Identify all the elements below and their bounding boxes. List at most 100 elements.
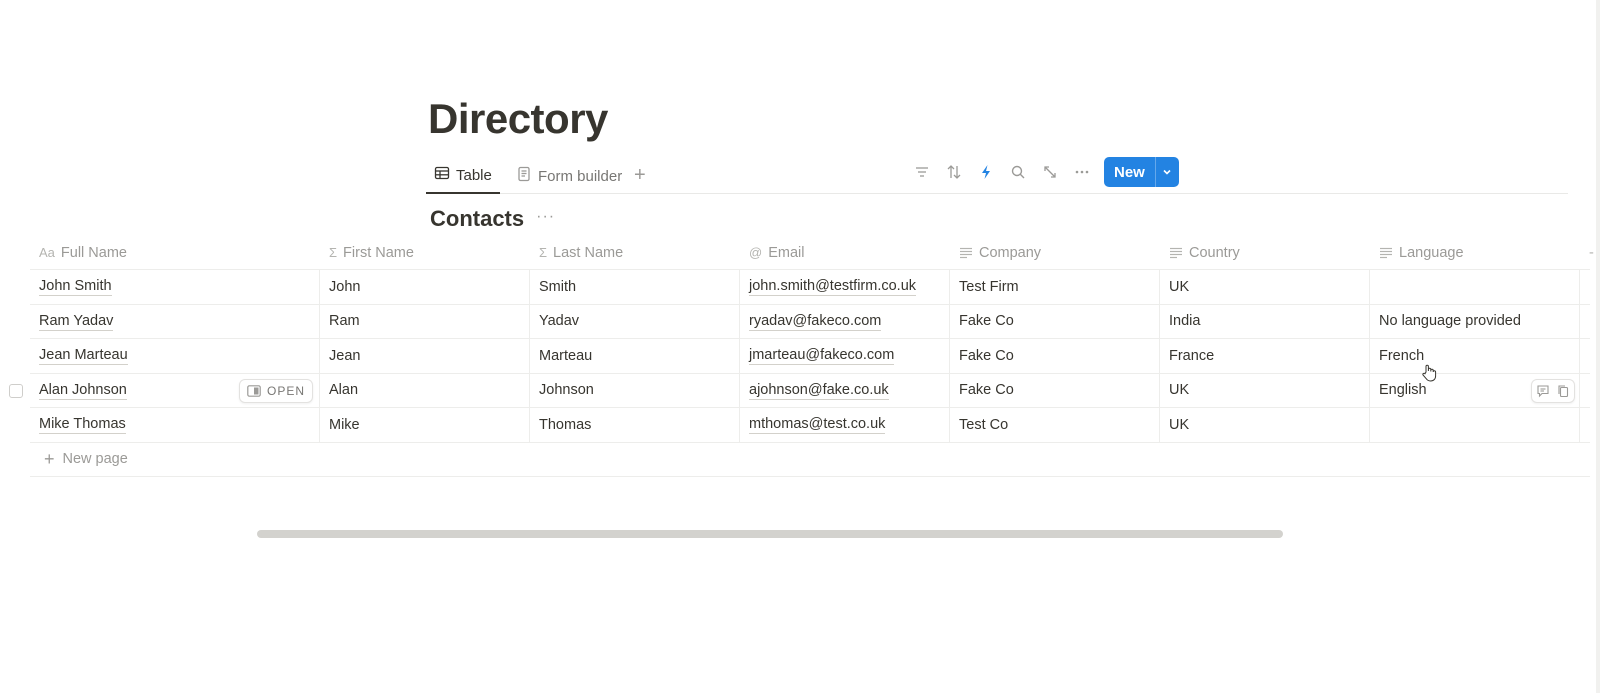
horizontal-scrollbar[interactable] bbox=[257, 530, 1283, 538]
cell-company[interactable]: Test Firm bbox=[950, 270, 1160, 304]
tab-form-builder[interactable]: Form builder bbox=[512, 158, 626, 194]
new-page-label: New page bbox=[62, 451, 128, 467]
tab-label: Form builder bbox=[538, 167, 623, 185]
cell-email[interactable]: ryadav@fakeco.com bbox=[740, 304, 950, 338]
column-label: First Name bbox=[343, 244, 414, 261]
expand-icon bbox=[1044, 166, 1056, 178]
cell-first-name[interactable]: Ram bbox=[320, 304, 530, 338]
row-title[interactable]: Jean Marteau bbox=[39, 346, 128, 366]
plus-icon: + bbox=[634, 164, 646, 186]
chevron-down-icon bbox=[1163, 169, 1171, 175]
more-button[interactable] bbox=[1066, 157, 1098, 187]
cell-last-name[interactable]: Yadav bbox=[530, 304, 740, 338]
column-header-first-name[interactable]: Σ First Name bbox=[320, 236, 530, 269]
cell-last-name[interactable]: Marteau bbox=[530, 339, 740, 373]
cell-email[interactable]: ajohnson@fake.co.uk bbox=[740, 373, 950, 407]
column-header-language[interactable]: Language bbox=[1370, 236, 1580, 269]
new-options-button[interactable] bbox=[1154, 157, 1179, 187]
column-header-company[interactable]: Company bbox=[950, 236, 1160, 269]
sort-icon bbox=[947, 165, 961, 179]
table-icon bbox=[434, 165, 450, 185]
email-link[interactable]: jmarteau@fakeco.com bbox=[749, 346, 895, 366]
automation-button[interactable] bbox=[970, 157, 1002, 187]
cell-full-name[interactable]: John Smith bbox=[30, 270, 320, 304]
column-header-country[interactable]: Country bbox=[1160, 236, 1370, 269]
column-header-email[interactable]: @ Email bbox=[740, 236, 950, 269]
sort-button[interactable] bbox=[938, 157, 970, 187]
column-header-full-name[interactable]: Aa Full Name bbox=[30, 236, 320, 269]
row-title[interactable]: Mike Thomas bbox=[39, 415, 126, 435]
filter-icon bbox=[916, 167, 928, 177]
cell-full-name[interactable]: Alan Johnson OPEN bbox=[30, 373, 320, 407]
text-property-icon bbox=[1379, 246, 1393, 260]
table-row[interactable]: Jean Marteau Jean Marteau jmarteau@fakec… bbox=[30, 339, 1590, 374]
cell-first-name[interactable]: Jean bbox=[320, 339, 530, 373]
tab-table[interactable]: Table bbox=[426, 158, 500, 194]
cell-spacer bbox=[1580, 374, 1600, 408]
add-column-button[interactable]: - bbox=[1580, 236, 1600, 269]
cell-last-name[interactable]: Smith bbox=[530, 270, 740, 304]
contacts-table: Aa Full Name Σ First Name Σ Last Name @ … bbox=[30, 236, 1594, 477]
cell-language[interactable] bbox=[1370, 408, 1580, 442]
column-label: Country bbox=[1189, 244, 1240, 261]
email-link[interactable]: mthomas@test.co.uk bbox=[749, 415, 886, 435]
cell-company[interactable]: Fake Co bbox=[950, 373, 1160, 407]
cell-country[interactable]: India bbox=[1160, 304, 1370, 338]
cell-full-name[interactable]: Jean Marteau bbox=[30, 339, 320, 373]
email-link[interactable]: ajohnson@fake.co.uk bbox=[749, 381, 889, 400]
cell-language-value: English bbox=[1379, 382, 1427, 399]
cell-email[interactable]: jmarteau@fakeco.com bbox=[740, 339, 950, 373]
cell-actions bbox=[1531, 378, 1575, 403]
table-row[interactable]: Ram Yadav Ram Yadav ryadav@fakeco.com Fa… bbox=[30, 304, 1590, 339]
row-select-checkbox[interactable] bbox=[9, 384, 23, 398]
new-button[interactable]: New bbox=[1104, 157, 1155, 187]
row-title[interactable]: John Smith bbox=[39, 277, 112, 297]
cell-spacer bbox=[1580, 305, 1600, 339]
cell-spacer bbox=[1580, 339, 1600, 373]
table-row[interactable]: Alan Johnson OPEN Alan Johnson ajohnson@… bbox=[30, 373, 1590, 408]
email-property-icon: @ bbox=[749, 245, 763, 260]
filter-button[interactable] bbox=[906, 157, 938, 187]
cell-last-name[interactable]: Johnson bbox=[530, 373, 740, 407]
row-title[interactable]: Alan Johnson bbox=[39, 381, 127, 400]
cell-language[interactable]: No language provided bbox=[1370, 304, 1580, 338]
copy-icon bbox=[1558, 384, 1569, 397]
email-link[interactable]: john.smith@testfirm.co.uk bbox=[749, 277, 917, 297]
cell-country[interactable]: UK bbox=[1160, 373, 1370, 407]
cell-email[interactable]: mthomas@test.co.uk bbox=[740, 408, 950, 442]
cell-language[interactable]: English bbox=[1370, 373, 1580, 407]
cell-country[interactable]: France bbox=[1160, 339, 1370, 373]
copy-button[interactable] bbox=[1556, 384, 1570, 398]
email-link[interactable]: ryadav@fakeco.com bbox=[749, 312, 882, 331]
cell-full-name[interactable]: Ram Yadav bbox=[30, 304, 320, 338]
column-label: Language bbox=[1399, 244, 1464, 261]
database-title[interactable]: Contacts bbox=[430, 206, 524, 232]
cell-spacer bbox=[1580, 270, 1600, 304]
cell-company[interactable]: Fake Co bbox=[950, 339, 1160, 373]
add-view-button[interactable]: + bbox=[634, 164, 646, 187]
comment-button[interactable] bbox=[1536, 384, 1550, 398]
open-page-button[interactable]: OPEN bbox=[238, 378, 313, 403]
cell-country[interactable]: UK bbox=[1160, 408, 1370, 442]
table-row[interactable]: John Smith John Smith john.smith@testfir… bbox=[30, 270, 1590, 305]
column-header-last-name[interactable]: Σ Last Name bbox=[530, 236, 740, 269]
cell-first-name[interactable]: Alan bbox=[320, 373, 530, 407]
cell-first-name[interactable]: John bbox=[320, 270, 530, 304]
search-button[interactable] bbox=[1002, 157, 1034, 187]
new-page-button[interactable]: + New page bbox=[30, 443, 1590, 477]
add-column-icon: - bbox=[1589, 244, 1594, 261]
expand-button[interactable] bbox=[1034, 157, 1066, 187]
database-more-icon[interactable]: ··· bbox=[536, 208, 555, 226]
cell-country[interactable]: UK bbox=[1160, 270, 1370, 304]
plus-icon: + bbox=[44, 448, 55, 469]
cell-company[interactable]: Test Co bbox=[950, 408, 1160, 442]
cell-language[interactable]: French bbox=[1370, 339, 1580, 373]
row-title[interactable]: Ram Yadav bbox=[39, 312, 114, 331]
cell-company[interactable]: Fake Co bbox=[950, 304, 1160, 338]
cell-language[interactable] bbox=[1370, 270, 1580, 304]
table-row[interactable]: Mike Thomas Mike Thomas mthomas@test.co.… bbox=[30, 408, 1590, 443]
cell-first-name[interactable]: Mike bbox=[320, 408, 530, 442]
cell-last-name[interactable]: Thomas bbox=[530, 408, 740, 442]
cell-full-name[interactable]: Mike Thomas bbox=[30, 408, 320, 442]
cell-email[interactable]: john.smith@testfirm.co.uk bbox=[740, 270, 950, 304]
